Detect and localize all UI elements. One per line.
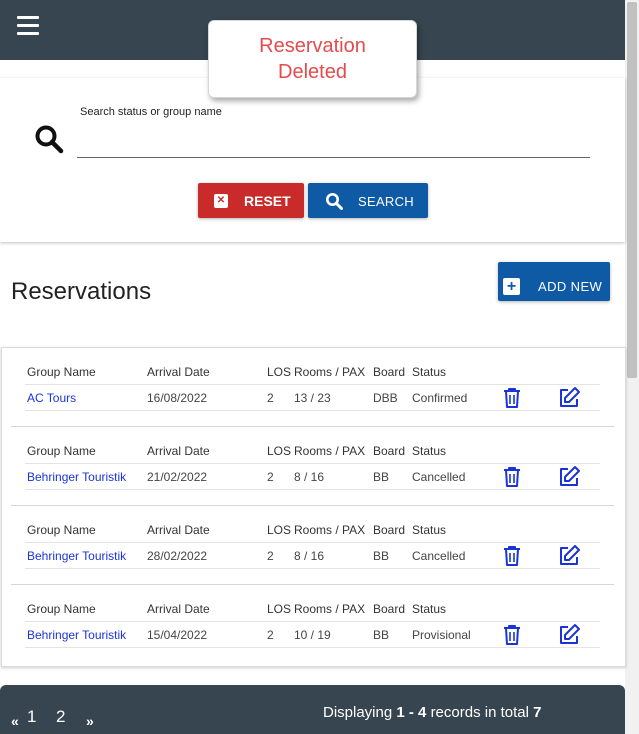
row-divider — [25, 384, 600, 385]
search-icon — [35, 125, 64, 154]
column-header: Status — [412, 602, 447, 616]
column-header: LOS — [267, 365, 292, 379]
column-header: Arrival Date — [147, 365, 210, 379]
scrollbar-thumb[interactable] — [627, 2, 637, 378]
edit-icon[interactable] — [557, 623, 581, 652]
column-header: Group Name — [27, 365, 96, 379]
cell-arrival: 21/02/2022 — [147, 470, 208, 484]
next-page-button[interactable]: » — [86, 713, 94, 729]
trash-icon[interactable] — [502, 545, 522, 572]
cell-board: BB — [373, 549, 390, 563]
pagination-bar: « 1 2 » Displaying 1 - 4 records in tota… — [0, 685, 625, 734]
add-new-button-label: ADD NEW — [538, 279, 603, 294]
cell-board: BB — [373, 470, 390, 484]
cell-los: 2 — [267, 628, 274, 642]
records-total: 7 — [533, 704, 542, 721]
search-input[interactable] — [77, 128, 590, 158]
column-header: Board — [373, 444, 406, 458]
row-divider — [25, 542, 600, 543]
row-divider — [25, 621, 600, 622]
cell-rooms-pax: 10 / 19 — [294, 628, 331, 642]
record-divider — [11, 584, 614, 585]
plus-icon: + — [503, 278, 520, 295]
cell-arrival: 28/02/2022 — [147, 549, 208, 563]
records-summary-prefix: Displaying — [323, 704, 393, 721]
cell-rooms-pax: 13 / 23 — [294, 391, 331, 405]
prev-page-button[interactable]: « — [11, 713, 19, 729]
cell-status: Provisional — [412, 628, 471, 642]
column-header: Rooms / PAX — [294, 523, 366, 537]
cell-status: Cancelled — [412, 549, 466, 563]
toast-notification: Reservation Deleted — [208, 20, 417, 98]
group-name-link[interactable]: Behringer Touristik — [27, 470, 126, 484]
group-name-link[interactable]: AC Tours — [27, 391, 76, 405]
group-name-link[interactable]: Behringer Touristik — [27, 549, 126, 563]
cell-los: 2 — [267, 391, 274, 405]
column-header: Status — [412, 523, 447, 537]
column-header: Status — [412, 444, 447, 458]
edit-icon[interactable] — [557, 465, 581, 494]
column-header: Rooms / PAX — [294, 602, 366, 616]
hamburger-icon[interactable] — [17, 16, 39, 36]
search-field-label: Search status or group name — [80, 106, 222, 118]
cell-arrival: 15/04/2022 — [147, 628, 208, 642]
column-header: Board — [373, 602, 406, 616]
column-header: LOS — [267, 444, 292, 458]
column-header: LOS — [267, 602, 292, 616]
column-header: Group Name — [27, 523, 96, 537]
cell-rooms-pax: 8 / 16 — [294, 549, 325, 563]
cell-los: 2 — [267, 549, 274, 563]
record-divider — [11, 505, 614, 506]
cell-status: Cancelled — [412, 470, 466, 484]
close-icon: ✕ — [214, 194, 228, 208]
column-header: Status — [412, 365, 447, 379]
trash-icon[interactable] — [502, 466, 522, 493]
cell-status: Confirmed — [412, 391, 468, 405]
toast-line-1: Reservation — [259, 35, 366, 57]
page-1-link[interactable]: 1 — [27, 707, 36, 727]
reset-button-label: RESET — [244, 193, 291, 209]
column-header: Arrival Date — [147, 523, 210, 537]
row-divider — [25, 463, 600, 464]
cell-los: 2 — [267, 470, 274, 484]
records-summary: Displaying 1 - 4 records in total 7 — [323, 704, 541, 721]
records-summary-mid: records in total — [430, 704, 529, 721]
search-button-label: SEARCH — [358, 194, 414, 209]
search-icon — [326, 193, 343, 210]
column-header: Rooms / PAX — [294, 365, 366, 379]
cell-board: DBB — [373, 391, 398, 405]
edit-icon[interactable] — [557, 386, 581, 415]
reset-button[interactable]: ✕ RESET — [198, 183, 304, 218]
edit-icon[interactable] — [557, 544, 581, 573]
trash-icon[interactable] — [502, 387, 522, 414]
column-header: Board — [373, 365, 406, 379]
cell-board: BB — [373, 628, 390, 642]
column-header: Group Name — [27, 602, 96, 616]
trash-icon[interactable] — [502, 624, 522, 651]
record-divider — [11, 426, 614, 427]
column-header: Board — [373, 523, 406, 537]
column-header: LOS — [267, 523, 292, 537]
column-header: Rooms / PAX — [294, 444, 366, 458]
add-new-button[interactable]: + ADD NEW — [498, 262, 610, 301]
group-name-link[interactable]: Behringer Touristik — [27, 628, 126, 642]
toast-line-2: Deleted — [278, 61, 347, 83]
column-header: Arrival Date — [147, 444, 210, 458]
column-header: Arrival Date — [147, 602, 210, 616]
cell-arrival: 16/08/2022 — [147, 391, 208, 405]
column-header: Group Name — [27, 444, 96, 458]
records-range: 1 - 4 — [396, 704, 427, 721]
page-2-link[interactable]: 2 — [56, 707, 65, 727]
page-title: Reservations — [11, 278, 152, 305]
cell-rooms-pax: 8 / 16 — [294, 470, 325, 484]
search-button[interactable]: SEARCH — [308, 183, 428, 218]
